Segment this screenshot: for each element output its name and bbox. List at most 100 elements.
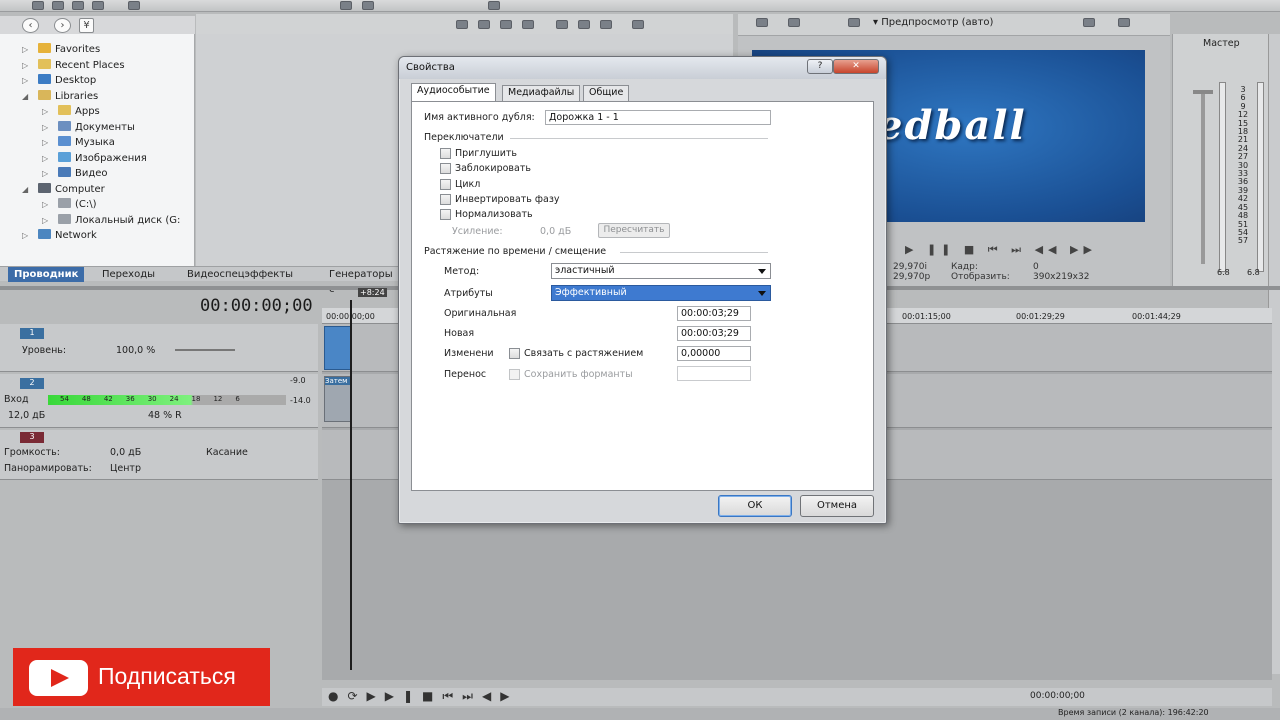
expand-arrow-icon[interactable]: ▷ [22, 45, 28, 54]
recalculate-button[interactable]: Пересчитать [598, 223, 670, 238]
tree-item[interactable]: Recent Places [38, 58, 125, 73]
tree-item[interactable]: Libraries [38, 89, 98, 104]
explorer-toolbar [196, 14, 733, 36]
stretch-divider [620, 252, 768, 253]
tab-generators[interactable]: Генераторы с [323, 267, 400, 295]
expand-arrow-icon[interactable]: ▷ [42, 154, 48, 163]
lock-checkbox[interactable] [440, 163, 451, 174]
copy-snapshot-icon[interactable] [1083, 18, 1095, 27]
ok-button[interactable]: ОК [718, 495, 792, 517]
tree-item[interactable]: Локальный диск (G: [58, 213, 180, 228]
expand-arrow-icon[interactable]: ▷ [42, 169, 48, 178]
expand-arrow-icon[interactable]: ▷ [22, 231, 28, 240]
close-icon[interactable]: ✕ [833, 59, 879, 74]
save-snapshot-icon[interactable] [1118, 18, 1130, 27]
preview-fx-icon[interactable] [848, 18, 860, 27]
tab-video-fx[interactable]: Видеоспецэффекты [181, 267, 299, 282]
tree-item[interactable]: Документы [58, 120, 135, 135]
preview-properties-icon[interactable] [756, 18, 768, 27]
track-2-pan: 48 % R [148, 410, 182, 421]
track-header-3[interactable]: 3 Громкость: 0,0 дБ Касание Панорамирова… [0, 430, 318, 480]
expand-arrow-icon[interactable]: ▷ [42, 138, 48, 147]
delete-icon[interactable] [500, 20, 512, 29]
tree-item[interactable]: Apps [58, 104, 100, 119]
link-stretch-checkbox[interactable] [509, 348, 520, 359]
history-dropdown-icon[interactable]: ¥ [79, 18, 94, 33]
tree-item[interactable]: Computer [38, 182, 105, 197]
expand-arrow-icon[interactable]: ▷ [42, 216, 48, 225]
track-1-level-slider[interactable] [175, 349, 235, 351]
mute-label: Приглушить [455, 148, 518, 159]
stop-icon[interactable] [578, 20, 590, 29]
new-length-field[interactable]: 00:00:03;29 [677, 326, 751, 341]
new-project-icon[interactable] [32, 1, 44, 10]
render-icon[interactable] [128, 1, 140, 10]
tab-explorer[interactable]: Проводник [8, 267, 85, 282]
tree-item[interactable]: Desktop [38, 73, 96, 88]
original-length-field[interactable]: 00:00:03;29 [677, 306, 751, 321]
keep-formants-checkbox[interactable] [509, 369, 520, 380]
tree-item-label: Libraries [55, 90, 99, 102]
expand-arrow-icon[interactable]: ◢ [22, 92, 28, 101]
tree-item[interactable]: Видео [58, 166, 108, 181]
cursor-marker[interactable]: +8:24 [358, 288, 387, 297]
pitch-change-field[interactable]: 0,00000 [677, 346, 751, 361]
envelope-tool-icon[interactable] [362, 1, 374, 10]
external-monitor-icon[interactable] [788, 18, 800, 27]
video-clip[interactable] [324, 326, 352, 370]
method-select[interactable]: эластичный [551, 263, 771, 279]
properties-icon[interactable] [92, 1, 104, 10]
tree-item[interactable]: (C:\) [58, 197, 97, 212]
transpose-label: Перенос [444, 369, 487, 380]
tree-item[interactable]: Музыка [58, 135, 115, 150]
normalize-label: Нормализовать [455, 209, 533, 220]
track-header-2[interactable]: 2 Вход 54 48 42 36 30 24 18 12 6 12,0 дБ 48 % R … [0, 374, 318, 428]
tab-transitions[interactable]: Переходы [96, 267, 161, 282]
new-folder-icon[interactable] [522, 20, 534, 29]
folder-up-icon[interactable] [456, 20, 468, 29]
back-icon[interactable]: ‹ [22, 18, 39, 33]
take-name-field[interactable]: Дорожка 1 - 1 [545, 110, 771, 125]
cancel-button[interactable]: Отмена [800, 495, 874, 517]
auto-preview-icon[interactable] [600, 20, 612, 29]
views-icon[interactable] [632, 20, 644, 29]
mute-checkbox[interactable] [440, 148, 451, 159]
help-button[interactable]: ? [807, 59, 833, 74]
normal-edit-tool-icon[interactable] [340, 1, 352, 10]
transpose-field[interactable] [677, 366, 751, 381]
expand-arrow-icon[interactable]: ▷ [22, 76, 28, 85]
transport-buttons-icon[interactable]: ●⟳▶▶❚■⏮⏭◀▶ [328, 689, 518, 704]
tab-media[interactable]: Медиафайлы [502, 85, 581, 101]
play-icon[interactable] [556, 20, 568, 29]
expand-arrow-icon[interactable]: ◢ [22, 185, 28, 194]
normalize-checkbox[interactable] [440, 209, 451, 220]
subscribe-button[interactable]: Подписаться [13, 648, 270, 706]
open-icon[interactable] [52, 1, 64, 10]
forward-icon[interactable]: › [54, 18, 71, 33]
invert-phase-checkbox[interactable] [440, 194, 451, 205]
loop-checkbox[interactable] [440, 179, 451, 190]
track-1-level-value: 100,0 % [116, 345, 156, 356]
tree-item[interactable]: Изображения [58, 151, 147, 166]
tab-general[interactable]: Общие [583, 85, 630, 101]
project-timecode[interactable]: 00:00:00;00 [200, 296, 313, 316]
track-header-1[interactable]: 1 Уровень: 100,0 % [0, 324, 318, 372]
expand-arrow-icon[interactable]: ▷ [42, 123, 48, 132]
save-icon[interactable] [72, 1, 84, 10]
preview-mode-dropdown[interactable]: ▾ Предпросмотр (авто) [873, 17, 993, 28]
tree-item[interactable]: Favorites [38, 42, 100, 57]
expand-arrow-icon[interactable]: ▷ [22, 61, 28, 70]
refresh-icon[interactable] [478, 20, 490, 29]
expand-arrow-icon[interactable]: ▷ [42, 200, 48, 209]
tree-item[interactable]: Network [38, 228, 97, 243]
attributes-select[interactable]: Эффективный [551, 285, 771, 301]
preview-transport[interactable]: ▶ ❚❚ ■ ⏮ ⏭ ◀◀ ▶▶ [905, 243, 1097, 257]
zoom-tool-icon[interactable] [488, 1, 500, 10]
expand-arrow-icon[interactable]: ▷ [42, 107, 48, 116]
audio-clip[interactable]: Затем [324, 376, 352, 422]
tree-item-label: Музыка [75, 137, 115, 148]
computer-icon [38, 182, 51, 193]
track-3-automation-mode[interactable]: Касание [206, 447, 248, 458]
playback-cursor[interactable] [350, 300, 352, 670]
tab-audio-event[interactable]: Аудиособытие [411, 83, 496, 101]
